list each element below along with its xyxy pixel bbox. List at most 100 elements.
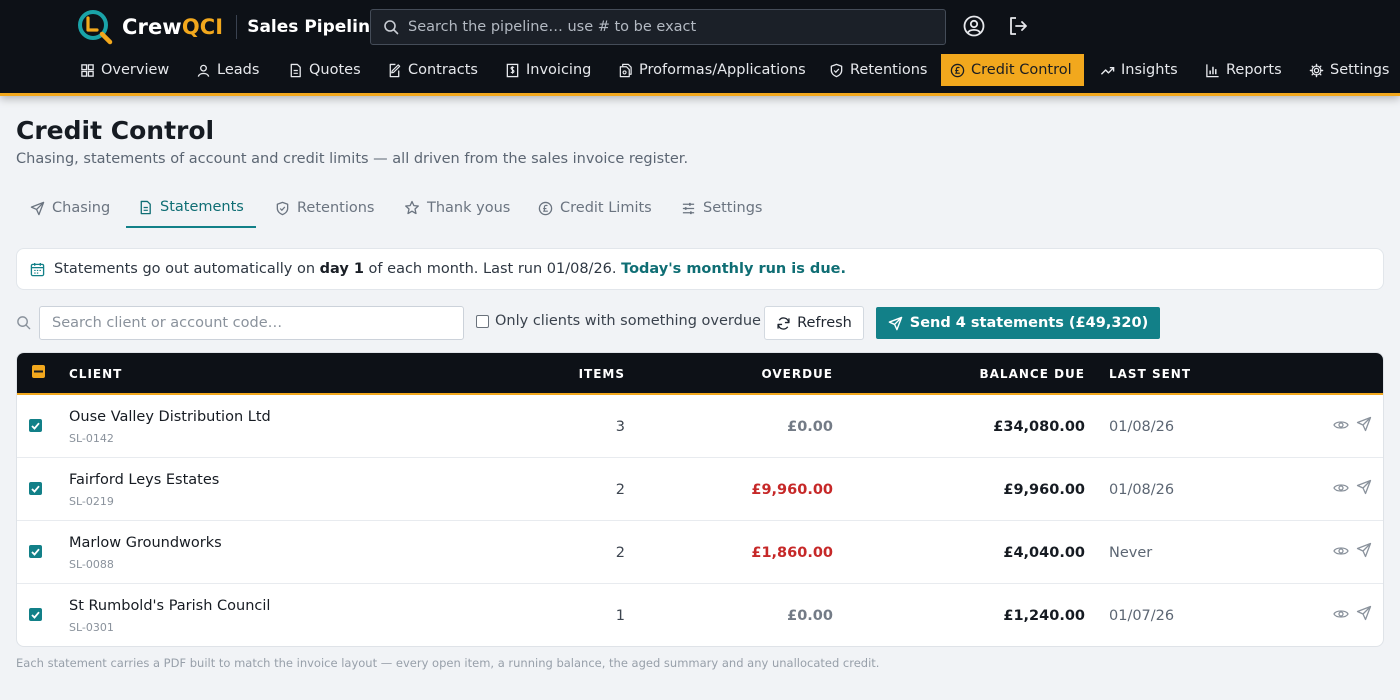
brand[interactable]: CrewQCI Sales Pipeline	[76, 8, 382, 46]
logout-icon[interactable]	[1006, 14, 1030, 38]
send-icon[interactable]	[1356, 416, 1372, 432]
row-checkbox[interactable]	[29, 608, 42, 621]
nav-insights[interactable]: Insights	[1091, 54, 1189, 86]
nav-overview[interactable]: Overview	[71, 54, 180, 86]
column-header-client[interactable]: CLIENT	[69, 367, 122, 381]
tab-chasing[interactable]: Chasing	[18, 188, 122, 228]
send-icon[interactable]	[1356, 479, 1372, 495]
user-circle-icon[interactable]	[962, 14, 986, 38]
preview-eye-icon[interactable]	[1333, 480, 1349, 496]
overdue-amount: £0.00	[787, 608, 833, 624]
last-sent: 01/08/26	[1109, 482, 1175, 498]
client-search-input[interactable]	[39, 306, 464, 340]
global-search[interactable]	[370, 9, 946, 45]
table-header: CLIENT ITEMS OVERDUE BALANCE DUE LAST SE…	[17, 353, 1383, 395]
preview-eye-icon[interactable]	[1333, 543, 1349, 559]
refresh-label: Refresh	[797, 315, 852, 331]
nav-retentions[interactable]: Retentions	[820, 54, 938, 86]
app-title: Sales Pipeline	[247, 17, 382, 37]
brand-name: CrewQCI	[122, 15, 224, 39]
overdue-amount: £0.00	[787, 419, 833, 435]
table-row[interactable]: Marlow Groundworks SL-0088 2 £1,860.00 £…	[17, 521, 1383, 584]
send-icon[interactable]	[1356, 605, 1372, 621]
send-statements-label: Send 4 statements (£49,320)	[909, 315, 1149, 331]
table-row[interactable]: Fairford Leys Estates SL-0219 2 £9,960.0…	[17, 458, 1383, 521]
shield-icon	[275, 201, 297, 216]
column-header-items[interactable]: ITEMS	[579, 367, 625, 381]
balance-due: £4,040.00	[1003, 545, 1085, 561]
send-statements-button[interactable]: Send 4 statements (£49,320)	[876, 307, 1160, 339]
nav-label: Overview	[101, 62, 170, 78]
tab-thank-yous[interactable]: Thank yous	[392, 188, 522, 228]
balance-due: £34,080.00	[993, 419, 1085, 435]
nav-settings[interactable]: Settings	[1300, 54, 1400, 86]
nav-proformas[interactable]: Proformas/Applications	[609, 54, 817, 86]
last-sent: Never	[1109, 545, 1153, 561]
schedule-banner: Statements go out automatically on day 1…	[16, 248, 1384, 290]
tab-label: Chasing	[52, 200, 111, 216]
calendar-icon	[30, 262, 54, 277]
nav-label: Leads	[217, 62, 260, 78]
send-icon[interactable]	[1356, 542, 1372, 558]
tab-settings[interactable]: Settings	[669, 188, 774, 228]
banner-due-notice: Today's monthly run is due.	[621, 261, 846, 277]
nav-label: Settings	[1330, 62, 1390, 78]
overdue-only-filter[interactable]: Only clients with something overdue	[476, 313, 761, 329]
tab-label: Credit Limits	[560, 200, 652, 216]
nav-credit-control[interactable]: Credit Control	[941, 54, 1084, 86]
select-all-checkbox[interactable]	[32, 365, 45, 378]
column-header-overdue[interactable]: OVERDUE	[761, 367, 833, 381]
nav-label: Invoicing	[526, 62, 592, 78]
sliders-icon	[681, 201, 703, 216]
account-code: SL-0219	[69, 495, 114, 508]
search-icon	[16, 315, 31, 330]
nav-quotes[interactable]: Quotes	[279, 54, 372, 86]
table-row[interactable]: St Rumbold's Parish Council SL-0301 1 £0…	[17, 584, 1383, 646]
bar-chart-icon	[1205, 63, 1226, 78]
global-search-input[interactable]	[408, 19, 928, 35]
account-code: SL-0142	[69, 432, 114, 445]
overdue-only-label: Only clients with something overdue	[495, 313, 761, 329]
client-name: Ouse Valley Distribution Ltd	[69, 409, 271, 425]
nav-leads[interactable]: Leads	[187, 54, 270, 86]
main-nav: Overview Leads Quotes Contracts Invoicin…	[0, 54, 1400, 86]
items-count: 1	[615, 608, 625, 624]
column-header-balance-due[interactable]: BALANCE DUE	[980, 367, 1086, 381]
nav-label: Contracts	[408, 62, 478, 78]
tab-label: Statements	[160, 199, 244, 215]
nav-invoicing[interactable]: Invoicing	[496, 54, 602, 86]
refresh-button[interactable]: Refresh	[764, 306, 864, 340]
row-checkbox[interactable]	[29, 482, 42, 495]
row-checkbox[interactable]	[29, 545, 42, 558]
account-code: SL-0301	[69, 621, 114, 634]
tab-credit-limits[interactable]: Credit Limits	[526, 188, 664, 228]
tab-statements[interactable]: Statements	[126, 188, 256, 228]
nav-label: Quotes	[309, 62, 361, 78]
tab-retentions[interactable]: Retentions	[263, 188, 386, 228]
grid-icon	[80, 63, 101, 78]
nav-label: Retentions	[850, 62, 928, 78]
nav-contracts[interactable]: Contracts	[378, 54, 489, 86]
banner-day: day 1	[319, 261, 364, 277]
send-icon	[888, 316, 910, 331]
document-icon	[288, 63, 309, 78]
last-sent: 01/07/26	[1109, 608, 1175, 624]
overdue-only-checkbox[interactable]	[476, 314, 489, 328]
tab-label: Settings	[703, 200, 763, 216]
top-header: CrewQCI Sales Pipeline Overview Leads Qu…	[0, 0, 1400, 96]
file-edit-icon	[387, 63, 408, 78]
overdue-amount: £9,960.00	[751, 482, 833, 498]
nav-label: Credit Control	[971, 62, 1072, 78]
overdue-amount: £1,860.00	[751, 545, 833, 561]
statements-table: CLIENT ITEMS OVERDUE BALANCE DUE LAST SE…	[16, 352, 1384, 647]
trend-icon	[1100, 63, 1121, 78]
preview-eye-icon[interactable]	[1333, 417, 1349, 433]
column-header-last-sent[interactable]: LAST SENT	[1109, 367, 1191, 381]
row-checkbox[interactable]	[29, 419, 42, 432]
preview-eye-icon[interactable]	[1333, 606, 1349, 622]
table-row[interactable]: Ouse Valley Distribution Ltd SL-0142 3 £…	[17, 395, 1383, 458]
crewqci-logo-icon	[76, 8, 114, 46]
nav-reports[interactable]: Reports	[1196, 54, 1293, 86]
client-name: St Rumbold's Parish Council	[69, 598, 271, 614]
items-count: 2	[615, 482, 625, 498]
